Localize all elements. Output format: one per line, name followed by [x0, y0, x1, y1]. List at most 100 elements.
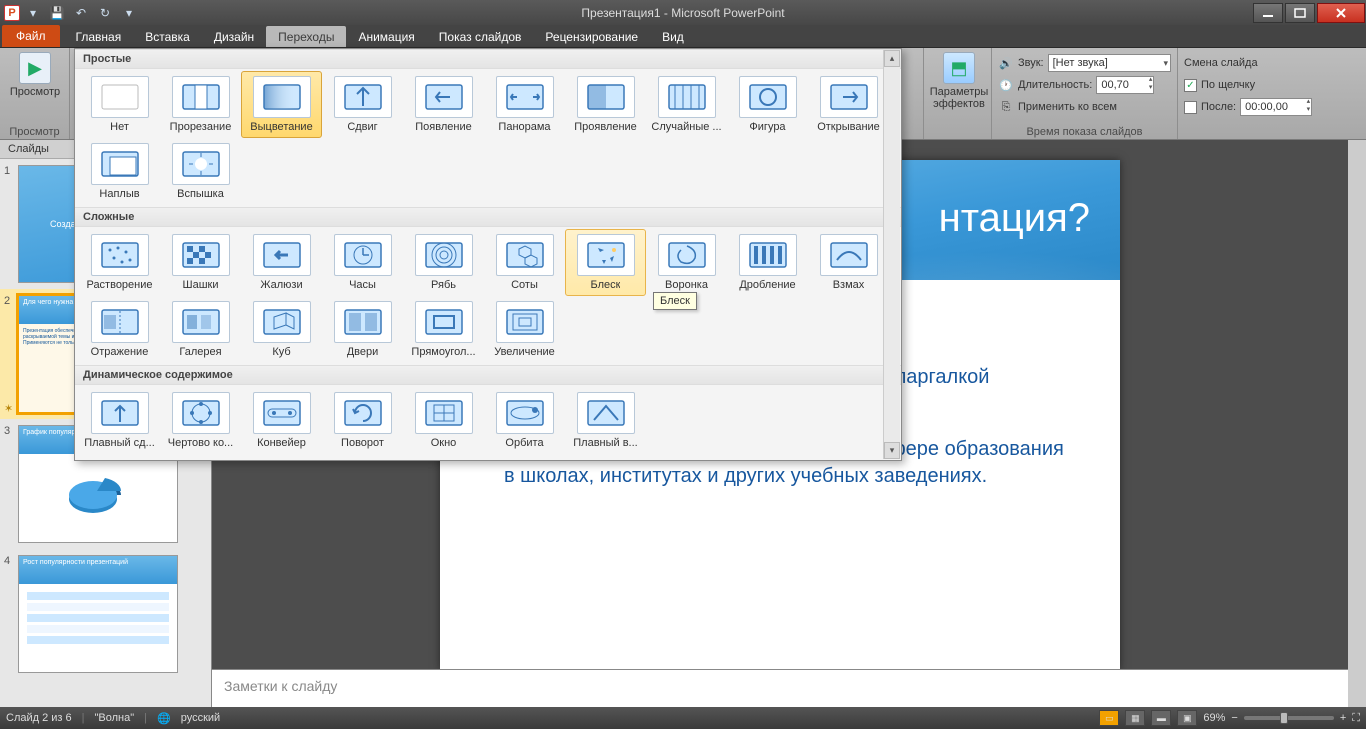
transition-window[interactable]: Окно — [403, 387, 484, 454]
transition-gallery2[interactable]: Галерея — [160, 296, 241, 363]
redo-button[interactable]: ↻ — [94, 3, 116, 23]
transition-ripple-label: Рябь — [431, 279, 456, 291]
transition-ripple[interactable]: Рябь — [403, 229, 484, 296]
transition-rotate[interactable]: Поворот — [322, 387, 403, 454]
transition-clock[interactable]: Часы — [322, 229, 403, 296]
minimize-button[interactable] — [1253, 3, 1283, 23]
transition-window-icon — [415, 392, 473, 434]
transition-pan-icon — [91, 392, 149, 434]
tab-slideshow[interactable]: Показ слайдов — [427, 26, 534, 47]
transition-blinds[interactable]: Жалюзи — [241, 229, 322, 296]
maximize-button[interactable] — [1285, 3, 1315, 23]
advance-group-title: Смена слайда — [1184, 57, 1258, 69]
zoom-slider[interactable] — [1244, 716, 1334, 720]
transition-conveyor[interactable]: Конвейер — [241, 387, 322, 454]
tab-home[interactable]: Главная — [64, 26, 134, 47]
close-button[interactable] — [1317, 3, 1365, 23]
zoom-out-button[interactable]: − — [1231, 712, 1237, 724]
transition-fade-label: Выцветание — [250, 121, 312, 133]
transition-switch[interactable]: Взмах — [808, 229, 889, 296]
transition-reveal[interactable]: Проявление — [565, 71, 646, 138]
transition-fade[interactable]: Выцветание — [241, 71, 322, 138]
effect-options-button[interactable]: ⬒ Параметры эффектов — [930, 50, 988, 112]
transition-split[interactable]: Панорама — [484, 71, 565, 138]
transition-clock-label: Часы — [349, 279, 376, 291]
tab-animations[interactable]: Анимация — [346, 26, 426, 47]
thumb-4-wrap[interactable]: 4 Рост популярности презентаций — [0, 549, 211, 679]
scroll-up-icon[interactable]: ▴ — [884, 50, 900, 67]
sorter-view-button[interactable]: ▦ — [1125, 710, 1145, 726]
transition-cube[interactable]: Куб — [241, 296, 322, 363]
transition-uncover-icon — [820, 76, 878, 118]
transition-cut[interactable]: Прорезание — [160, 71, 241, 138]
gallery-scrollbar[interactable]: ▴ ▾ — [883, 50, 900, 459]
transition-flash[interactable]: Вспышка — [160, 138, 241, 205]
transition-conveyor-icon — [253, 392, 311, 434]
tab-design[interactable]: Дизайн — [202, 26, 266, 47]
transition-rotate-label: Поворот — [341, 437, 384, 449]
undo-button[interactable]: ↶ — [70, 3, 92, 23]
transition-cover-label: Наплыв — [99, 188, 139, 200]
transition-ferris[interactable]: Чертово ко... — [160, 387, 241, 454]
transition-orbit-icon — [496, 392, 554, 434]
transition-split-icon — [496, 76, 554, 118]
tab-review[interactable]: Рецензирование — [533, 26, 650, 47]
zoom-level[interactable]: 69% — [1203, 712, 1225, 724]
transition-dissolve-icon — [91, 234, 149, 276]
tab-view[interactable]: Вид — [650, 26, 696, 47]
duration-label: Длительность: — [1018, 79, 1092, 91]
transition-wipe-icon — [415, 76, 473, 118]
transition-cover[interactable]: Наплыв — [79, 138, 160, 205]
transition-doors[interactable]: Двери — [322, 296, 403, 363]
preview-button[interactable]: ▶ Просмотр — [6, 50, 64, 100]
transition-checker[interactable]: Шашки — [160, 229, 241, 296]
fit-to-window-button[interactable]: ⛶ — [1352, 712, 1360, 725]
thumb-4[interactable]: Рост популярности презентаций — [18, 555, 178, 673]
zoom-in-button[interactable]: + — [1340, 712, 1346, 724]
sound-label: Звук: — [1018, 57, 1044, 69]
transition-push-label: Сдвиг — [347, 121, 377, 133]
normal-view-button[interactable]: ▭ — [1099, 710, 1119, 726]
transition-wipe[interactable]: Появление — [403, 71, 484, 138]
transition-glitter[interactable]: Блеск — [565, 229, 646, 296]
transition-push[interactable]: Сдвиг — [322, 71, 403, 138]
tab-insert[interactable]: Вставка — [133, 26, 202, 47]
tab-transitions[interactable]: Переходы — [266, 26, 346, 47]
duration-spinner[interactable]: 00,70 — [1096, 76, 1154, 94]
transition-shape[interactable]: Фигура — [727, 71, 808, 138]
transition-zoom[interactable]: Увеличение — [484, 296, 565, 363]
qat-more-icon[interactable]: ▾ — [118, 3, 140, 23]
slideshow-view-button[interactable]: ▣ — [1177, 710, 1197, 726]
transition-dissolve[interactable]: Растворение — [79, 229, 160, 296]
save-button[interactable]: 💾 — [46, 3, 68, 23]
transition-shred[interactable]: Дробление — [727, 229, 808, 296]
status-bar: Слайд 2 из 6 | "Волна" | 🌐 русский ▭ ▦ ▬… — [0, 707, 1366, 729]
transition-orbit[interactable]: Орбита — [484, 387, 565, 454]
after-spinner[interactable]: 00:00,00 — [1240, 98, 1312, 116]
transition-none[interactable]: Нет — [79, 71, 160, 138]
transition-checker-icon — [172, 234, 230, 276]
transition-flythrough[interactable]: Плавный в... — [565, 387, 646, 454]
scroll-down-icon[interactable]: ▾ — [884, 442, 900, 459]
transition-pan[interactable]: Плавный сд... — [79, 387, 160, 454]
qat-down-icon[interactable]: ▾ — [22, 3, 44, 23]
transition-box-label: Прямоугол... — [411, 346, 475, 358]
reading-view-button[interactable]: ▬ — [1151, 710, 1171, 726]
transition-box[interactable]: Прямоугол... — [403, 296, 484, 363]
transition-flythrough-label: Плавный в... — [573, 437, 637, 449]
transition-random[interactable]: Случайные ... — [646, 71, 727, 138]
notes-pane[interactable]: Заметки к слайду — [212, 669, 1348, 707]
sound-combo[interactable]: [Нет звука] — [1048, 54, 1171, 72]
after-label: После: — [1201, 101, 1236, 113]
transition-uncover[interactable]: Открывание — [808, 71, 889, 138]
transition-gallery2-label: Галерея — [179, 346, 221, 358]
apply-all-button[interactable]: Применить ко всем — [1018, 101, 1117, 113]
transition-honeycomb[interactable]: Соты — [484, 229, 565, 296]
transition-flip[interactable]: Отражение — [79, 296, 160, 363]
transition-vortex[interactable]: Воронка — [646, 229, 727, 296]
on-click-checkbox[interactable]: ✓ — [1184, 79, 1197, 92]
after-checkbox[interactable] — [1184, 101, 1197, 114]
vertical-scrollbar[interactable] — [1348, 140, 1366, 707]
tab-file[interactable]: Файл — [2, 25, 60, 47]
status-language[interactable]: русский — [181, 712, 220, 724]
